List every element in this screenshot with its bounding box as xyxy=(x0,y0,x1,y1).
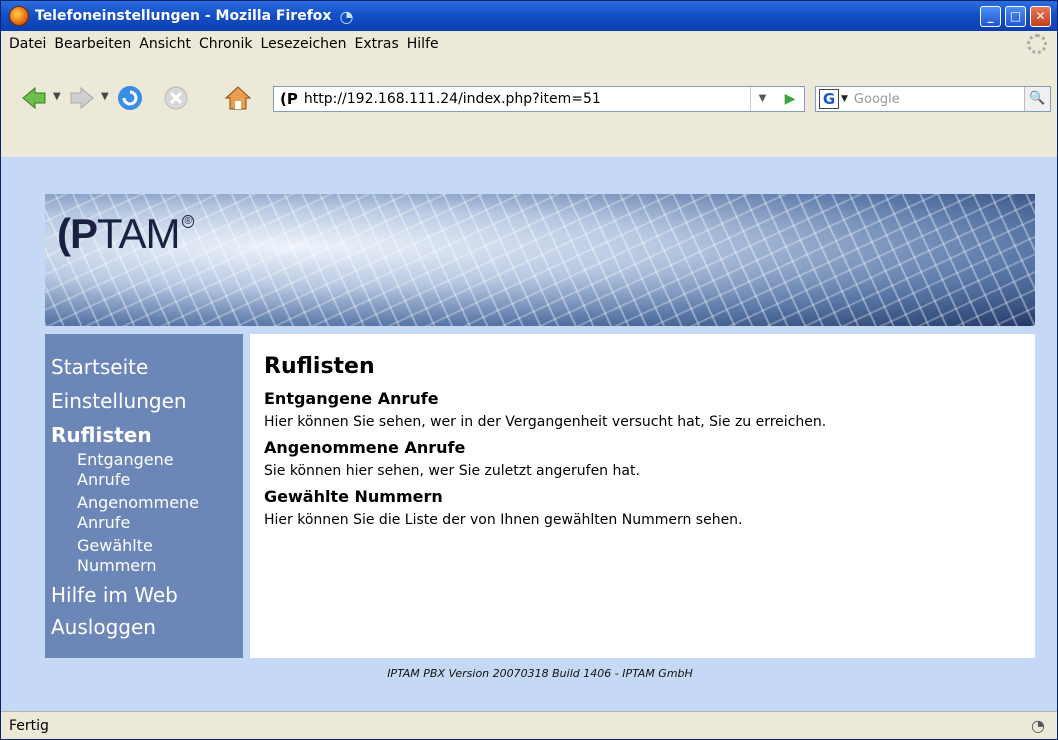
status-text: Fertig xyxy=(9,717,49,734)
back-dropdown-icon[interactable]: ▼ xyxy=(53,91,61,102)
menu-datei[interactable]: Datei xyxy=(9,36,46,52)
reload-icon xyxy=(118,86,142,110)
window-title: Telefoneinstellungen - Mozilla Firefox xyxy=(35,8,332,24)
maximize-button[interactable]: □ xyxy=(1005,6,1026,27)
section-heading: Angenommene Anrufe xyxy=(264,438,466,457)
url-text: http://192.168.111.24/index.php?item=51 xyxy=(303,91,601,107)
back-button[interactable] xyxy=(19,83,49,113)
home-button[interactable] xyxy=(223,83,253,113)
engine-dropdown-icon[interactable]: ▼ xyxy=(841,94,848,104)
sidebar-subitem-anrufe-1[interactable]: Anrufe xyxy=(77,470,243,490)
site-favicon: (P xyxy=(280,90,298,108)
main-content: Ruflisten Entgangene Anrufe Hier können … xyxy=(250,334,1035,658)
iptam-logo: (PTAM ® xyxy=(57,210,194,258)
close-button[interactable]: ✕ xyxy=(1030,6,1051,27)
search-placeholder: Google xyxy=(853,91,900,107)
logo-bold: (P xyxy=(57,210,98,257)
navigation-toolbar: ▼ ▼ (P http://192.168.111.24/index.php?i… xyxy=(1,57,1057,157)
section-text: Hier können Sie die Liste der von Ihnen … xyxy=(264,512,743,528)
sidebar-item-hilfe[interactable]: Hilfe im Web xyxy=(51,582,243,608)
sidebar-subitem-angenommene[interactable]: Angenommene xyxy=(77,493,243,513)
browser-window: Telefoneinstellungen - Mozilla Firefox ◔… xyxy=(0,0,1058,740)
url-dropdown-icon[interactable]: ▼ xyxy=(750,87,774,111)
title-bar: Telefoneinstellungen - Mozilla Firefox ◔… xyxy=(1,1,1057,31)
search-box[interactable]: G ▼ Google 🔍 xyxy=(815,86,1051,112)
section-text: Sie können hier sehen, wer Sie zuletzt a… xyxy=(264,463,640,479)
menu-bearbeiten[interactable]: Bearbeiten xyxy=(54,36,131,52)
sidebar-item-ausloggen[interactable]: Ausloggen xyxy=(51,614,243,640)
sidebar-item-ruflisten[interactable]: Ruflisten xyxy=(51,422,243,448)
sidebar-subitem-anrufe-2[interactable]: Anrufe xyxy=(77,513,243,533)
section-text: Hier können Sie sehen, wer in der Vergan… xyxy=(264,414,827,430)
loading-icon: ◔ xyxy=(339,6,354,26)
sidebar-subitem-nummern[interactable]: Nummern xyxy=(77,556,243,576)
logo-registered: ® xyxy=(181,215,194,228)
throbber-icon xyxy=(1027,34,1047,54)
menu-hilfe[interactable]: Hilfe xyxy=(407,36,439,52)
search-icon[interactable]: 🔍 xyxy=(1024,87,1050,111)
back-arrow-icon xyxy=(22,86,46,110)
sidebar-item-startseite[interactable]: Startseite xyxy=(51,354,243,380)
reload-button[interactable] xyxy=(115,83,145,113)
search-engine-icon[interactable]: G xyxy=(819,89,839,109)
logo-rest: TAM xyxy=(97,210,181,257)
section-heading: Entgangene Anrufe xyxy=(264,389,439,408)
page-title: Ruflisten xyxy=(264,354,375,379)
forward-arrow-icon xyxy=(70,86,94,110)
address-bar[interactable]: (P http://192.168.111.24/index.php?item=… xyxy=(273,86,805,112)
menu-chronik[interactable]: Chronik xyxy=(199,36,253,52)
menu-ansicht[interactable]: Ansicht xyxy=(139,36,191,52)
stop-button[interactable] xyxy=(161,83,191,113)
forward-button[interactable] xyxy=(67,83,97,113)
forward-dropdown-icon[interactable]: ▼ xyxy=(101,91,109,102)
minimize-button[interactable]: _ xyxy=(980,6,1001,27)
go-button[interactable]: ▶ xyxy=(776,87,804,111)
menu-bar: Datei Bearbeiten Ansicht Chronik Lesezei… xyxy=(1,31,1057,57)
sidebar-item-einstellungen[interactable]: Einstellungen xyxy=(51,388,243,414)
stop-icon xyxy=(164,86,188,110)
firefox-logo-icon xyxy=(9,6,29,26)
connection-icon: ◔ xyxy=(1031,716,1045,735)
sidebar-subitem-gewaehlte[interactable]: Gewählte xyxy=(77,536,243,556)
sidebar: Startseite Einstellungen Ruflisten Entga… xyxy=(45,334,243,658)
section-heading: Gewählte Nummern xyxy=(264,487,443,506)
sidebar-subitem-entgangene[interactable]: Entgangene xyxy=(77,450,243,470)
page-banner: (PTAM ® xyxy=(45,194,1035,326)
page-viewport: (PTAM ® Startseite Einstellungen Rufliste… xyxy=(1,157,1057,711)
menu-lesezeichen[interactable]: Lesezeichen xyxy=(261,36,347,52)
status-bar: Fertig ◔ xyxy=(1,711,1057,739)
menu-extras[interactable]: Extras xyxy=(355,36,399,52)
home-icon xyxy=(224,86,252,110)
page-footer: IPTAM PBX Version 20070318 Build 1406 - … xyxy=(387,667,693,680)
